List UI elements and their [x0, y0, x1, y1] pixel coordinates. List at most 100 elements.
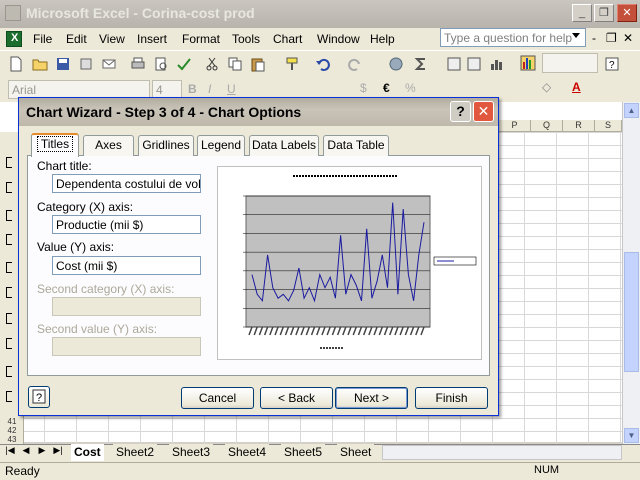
next-button[interactable]: Next > — [335, 387, 408, 409]
tab-legend[interactable]: Legend — [197, 135, 245, 156]
hyperlink-icon[interactable] — [388, 56, 404, 72]
menu-help[interactable]: Help — [370, 32, 395, 46]
row-header-41[interactable]: 41 — [0, 417, 24, 426]
sheet-tab-sheet5[interactable]: Sheet5 — [281, 444, 326, 461]
menu-window[interactable]: Window — [317, 32, 360, 46]
sheet-tab-sheet3[interactable]: Sheet3 — [169, 444, 214, 461]
chart-objects-dropdown[interactable] — [542, 53, 598, 73]
permission-icon[interactable] — [78, 56, 94, 72]
menu-edit[interactable]: Edit — [66, 32, 87, 46]
column-header-r[interactable]: R — [563, 120, 595, 132]
sort-descending-icon[interactable] — [466, 56, 482, 72]
font-color-icon[interactable]: A — [572, 80, 581, 94]
first-sheet-icon[interactable]: |◀ — [4, 445, 16, 456]
column-header-s[interactable]: S — [595, 120, 622, 132]
undo-icon[interactable] — [315, 56, 331, 72]
finish-button[interactable]: Finish — [415, 387, 488, 409]
spelling-icon[interactable] — [176, 56, 192, 72]
next-sheet-icon[interactable]: ▶ — [36, 445, 48, 456]
x-tick-label-mark — [321, 326, 326, 336]
prev-sheet-icon[interactable]: ◀ — [20, 445, 32, 456]
tab-axes[interactable]: Axes — [83, 135, 134, 156]
horizontal-scrollbar[interactable] — [382, 445, 622, 460]
menu-tools[interactable]: Tools — [232, 32, 260, 46]
help-search-input[interactable]: Type a question for help — [440, 28, 586, 47]
percent-icon[interactable]: % — [405, 81, 416, 95]
currency-icon[interactable]: $ — [360, 81, 367, 95]
category-x-axis-input[interactable]: Productie (mii $) — [52, 215, 201, 234]
sheet-tab-sheet2[interactable]: Sheet2 — [113, 444, 158, 461]
x-tick-label-mark — [263, 326, 269, 336]
x-tick-label-mark — [300, 326, 305, 336]
open-icon[interactable] — [32, 56, 48, 72]
save-icon[interactable] — [55, 56, 71, 72]
tab-data-table[interactable]: Data Table — [323, 135, 389, 156]
second-category-x-axis-input[interactable] — [52, 297, 201, 316]
sheet-tab-sheet6[interactable]: Sheet — [337, 444, 375, 461]
print-icon[interactable] — [130, 56, 146, 72]
x-tick-label-mark — [316, 326, 321, 336]
sort-ascending-icon[interactable] — [446, 56, 462, 72]
second-value-y-axis-input[interactable] — [52, 337, 201, 356]
euro-icon[interactable]: € — [383, 81, 390, 95]
office-assistant-icon[interactable]: ? — [604, 56, 620, 72]
vertical-scroll-thumb[interactable] — [624, 252, 639, 372]
chart-wizard-icon[interactable] — [489, 56, 505, 72]
minimize-button[interactable]: _ — [572, 4, 592, 22]
x-tick-label-mark — [253, 326, 258, 336]
tab-titles[interactable]: Titles — [31, 133, 79, 157]
scroll-down-arrow-icon[interactable]: ▼ — [624, 428, 639, 443]
chart-title-input[interactable]: Dependenta costului de volum — [52, 174, 201, 193]
cut-icon[interactable] — [204, 56, 220, 72]
format-painter-icon[interactable] — [284, 56, 300, 72]
bold-icon[interactable]: B — [188, 82, 197, 96]
x-tick-label-mark — [305, 326, 311, 336]
value-y-axis-input[interactable]: Cost (mii $) — [52, 256, 201, 275]
redo-icon[interactable] — [347, 56, 363, 72]
menu-file[interactable]: File — [33, 32, 52, 46]
restore-button[interactable]: ❐ — [594, 4, 614, 22]
tab-data-labels[interactable]: Data Labels — [249, 135, 319, 156]
doc-minimize-button[interactable]: - — [592, 31, 596, 45]
chart-type-icon[interactable] — [520, 55, 536, 71]
column-header-p[interactable]: P — [499, 120, 531, 132]
outline-bracket — [6, 210, 12, 221]
outline-bracket — [6, 338, 12, 349]
underline-icon[interactable]: U — [227, 82, 236, 96]
fill-color-icon[interactable]: ◇ — [542, 80, 551, 94]
column-header-q[interactable]: Q — [531, 120, 563, 132]
italic-icon[interactable]: I — [208, 82, 211, 96]
print-preview-icon[interactable] — [153, 56, 169, 72]
back-button[interactable]: < Back — [260, 387, 333, 409]
paste-icon[interactable] — [250, 56, 266, 72]
tab-gridlines[interactable]: Gridlines — [138, 135, 194, 156]
x-tick-label-mark — [336, 326, 342, 336]
copy-icon[interactable] — [227, 56, 243, 72]
vertical-scrollbar[interactable]: ▲ ▼ — [622, 102, 640, 444]
menu-view[interactable]: View — [99, 32, 125, 46]
row-header-43[interactable]: 43 — [0, 435, 24, 444]
new-icon[interactable] — [8, 56, 24, 72]
last-sheet-icon[interactable]: ▶| — [52, 445, 64, 456]
office-assistant-button[interactable]: ? — [28, 386, 50, 408]
dialog-help-button[interactable]: ? — [450, 101, 471, 122]
email-icon[interactable] — [101, 56, 117, 72]
autosum-icon[interactable] — [413, 56, 429, 72]
sheet-tab-cost[interactable]: Cost — [71, 444, 104, 461]
x-tick-label-mark — [420, 326, 425, 336]
menu-insert[interactable]: Insert — [137, 32, 167, 46]
scroll-up-arrow-icon[interactable]: ▲ — [624, 103, 639, 118]
dialog-close-button[interactable]: ✕ — [473, 101, 494, 122]
app-title: Microsoft Excel - Corina-cost prod — [26, 5, 255, 21]
doc-close-button[interactable]: ✕ — [623, 31, 633, 45]
close-button[interactable]: ✕ — [617, 4, 637, 22]
cancel-button[interactable]: Cancel — [181, 387, 254, 409]
workbook-icon[interactable] — [6, 31, 22, 47]
outline-bracket — [6, 287, 12, 298]
doc-restore-button[interactable]: ❐ — [606, 31, 617, 45]
help-dropdown-arrow-icon[interactable] — [572, 33, 580, 38]
sheet-tab-sheet4[interactable]: Sheet4 — [225, 444, 270, 461]
menu-format[interactable]: Format — [182, 32, 220, 46]
row-header-42[interactable]: 42 — [0, 426, 24, 435]
menu-chart[interactable]: Chart — [273, 32, 302, 46]
